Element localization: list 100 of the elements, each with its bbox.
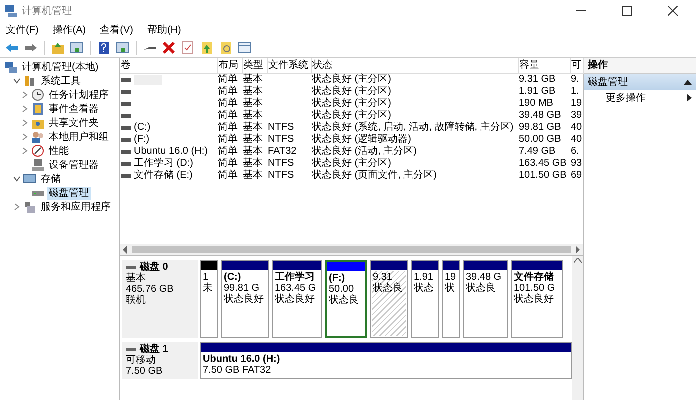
- device-icon: [31, 158, 45, 172]
- partition-block[interactable]: 39.48 G 状态良: [463, 260, 508, 338]
- tree-item[interactable]: 事件查看器: [47, 102, 101, 116]
- delete-icon[interactable]: [162, 40, 176, 54]
- table-cell: 93: [571, 158, 582, 169]
- tree-item[interactable]: 磁盘管理: [47, 186, 91, 200]
- tree-item[interactable]: 任务计划程序: [47, 88, 111, 102]
- table-cell: 9.: [571, 74, 580, 85]
- table-cell: 7.49 GB: [519, 146, 556, 157]
- menu-item[interactable]: 查看(V): [100, 22, 134, 38]
- menu-item[interactable]: 文件(F): [6, 22, 39, 38]
- window-title: 计算机管理: [22, 4, 72, 18]
- tree-item[interactable]: 共享文件夹: [47, 116, 101, 130]
- table-cell: 基本: [243, 86, 263, 97]
- help-icon[interactable]: [97, 40, 111, 54]
- partition-block[interactable]: Ubuntu 16.0 (H:) 7.50 GB FAT32: [200, 342, 572, 379]
- column-header[interactable]: 文件系统: [267, 58, 311, 74]
- vertical-scrollbar[interactable]: [572, 256, 583, 400]
- table-cell: FAT32: [268, 146, 297, 157]
- collapsed-caret-icon[interactable]: [20, 119, 28, 127]
- partition-block[interactable]: (F:) 50.00 状态良: [325, 260, 367, 338]
- partition-block[interactable]: 1.91 状态: [411, 260, 439, 338]
- table-cell: 状态良好 (主分区): [312, 158, 392, 169]
- close-icon[interactable]: [668, 6, 678, 16]
- folder-icon[interactable]: [51, 40, 65, 54]
- table-cell: 简单: [218, 110, 238, 121]
- collapsed-caret-icon[interactable]: [20, 133, 28, 141]
- column-header[interactable]: 状态: [311, 58, 518, 74]
- checklist-icon[interactable]: [181, 40, 195, 54]
- disk-label-panel[interactable]: 磁盘 1 可移动 7.50 GB: [122, 342, 198, 379]
- folder-search-icon[interactable]: [219, 40, 233, 54]
- table-cell: 基本: [243, 110, 263, 121]
- collapsed-caret-icon[interactable]: [20, 105, 28, 113]
- partition-block[interactable]: 19 状: [442, 260, 460, 338]
- partition-block[interactable]: 工作学习 163.45 G 状态良好: [272, 260, 322, 338]
- disk-label-panel[interactable]: 磁盘 0 基本 465.76 GB 联机: [122, 260, 198, 338]
- scroll-right-icon[interactable]: [575, 246, 581, 254]
- partition-info: 状态: [414, 283, 435, 294]
- partition-block[interactable]: (C:) 99.81 G 状态良好: [221, 260, 269, 338]
- partition-info: 1: [203, 272, 209, 283]
- panel-icon[interactable]: [116, 40, 130, 54]
- disk-type: 可移动: [126, 355, 157, 366]
- table-cell: 50.00 GB: [519, 134, 562, 145]
- actions-header: 操作: [584, 58, 696, 74]
- tree-item[interactable]: 计算机管理(本地): [20, 60, 101, 74]
- tree-item[interactable]: 本地用户和组: [47, 130, 111, 144]
- collapsed-caret-icon[interactable]: [20, 147, 28, 155]
- computer-management-icon: [4, 4, 18, 18]
- table-cell: 9.31 GB: [519, 74, 556, 85]
- tree-item[interactable]: 服务和应用程序: [39, 200, 113, 214]
- column-header[interactable]: 类型: [242, 58, 267, 74]
- table-cell: NTFS: [268, 158, 294, 169]
- tree-item[interactable]: 性能: [47, 144, 71, 158]
- partition-info: 1.91: [414, 272, 434, 283]
- collapse-icon[interactable]: [684, 78, 692, 86]
- partition-title: (C:): [224, 272, 242, 283]
- partition-block[interactable]: 9.31 状态良: [370, 260, 408, 338]
- tree-item[interactable]: 系统工具: [39, 74, 83, 88]
- tree-item[interactable]: 存储: [39, 172, 63, 186]
- actions-section-header[interactable]: 磁盘管理: [584, 74, 696, 90]
- column-header[interactable]: 布局: [217, 58, 242, 74]
- partition-block[interactable]: 1 未: [200, 260, 218, 338]
- volume-name: Ubuntu 16.0 (H:): [134, 146, 208, 158]
- partition-block[interactable]: 文件存储 101.50 G 状态良好: [511, 260, 563, 338]
- table-cell: 39: [571, 110, 582, 121]
- column-header[interactable]: 容量: [518, 58, 570, 74]
- disk-name: 磁盘 0: [140, 262, 168, 273]
- table-cell: 39.48 GB: [519, 110, 562, 121]
- table-cell: 简单: [218, 74, 238, 85]
- maximize-icon[interactable]: [622, 6, 632, 16]
- partition-info: 99.81 G: [224, 283, 261, 294]
- table-cell: 状态良好 (系统, 启动, 活动, 故障转储, 主分区): [312, 122, 514, 133]
- partition-info: 状态良好: [224, 294, 265, 305]
- scroll-left-icon[interactable]: [122, 246, 128, 254]
- table-cell: 40: [571, 122, 582, 133]
- collapsed-caret-icon[interactable]: [20, 91, 28, 99]
- disk-type: 基本: [126, 273, 147, 284]
- table-cell: 简单: [218, 122, 238, 133]
- collapsed-caret-icon[interactable]: [12, 203, 20, 211]
- table-cell: 基本: [243, 170, 263, 181]
- action-item[interactable]: 更多操作: [584, 90, 696, 106]
- table-cell: 状态良好 (逻辑驱动器): [312, 134, 412, 145]
- table-cell: 状态良好 (主分区): [312, 110, 392, 121]
- table-cell: 状态良好 (主分区): [312, 86, 392, 97]
- table-cell: 1.: [571, 86, 580, 97]
- panel-icon[interactable]: [70, 40, 84, 54]
- expanded-caret-icon[interactable]: [12, 175, 20, 183]
- expanded-caret-icon[interactable]: [12, 77, 20, 85]
- menu-item[interactable]: 帮助(H): [147, 22, 182, 38]
- horizontal-scrollbar[interactable]: [120, 244, 583, 255]
- window-icon[interactable]: [238, 40, 252, 54]
- column-header[interactable]: 卷: [120, 58, 217, 74]
- scroll-up-icon[interactable]: [574, 258, 582, 263]
- partition-info: 状: [445, 283, 456, 294]
- computer-icon: [4, 60, 18, 74]
- table-cell: 69: [571, 170, 582, 181]
- table-cell: 基本: [243, 98, 263, 109]
- menu-item[interactable]: 操作(A): [52, 22, 86, 38]
- tree-item[interactable]: 设备管理器: [47, 158, 101, 172]
- table-cell: 40: [571, 134, 582, 145]
